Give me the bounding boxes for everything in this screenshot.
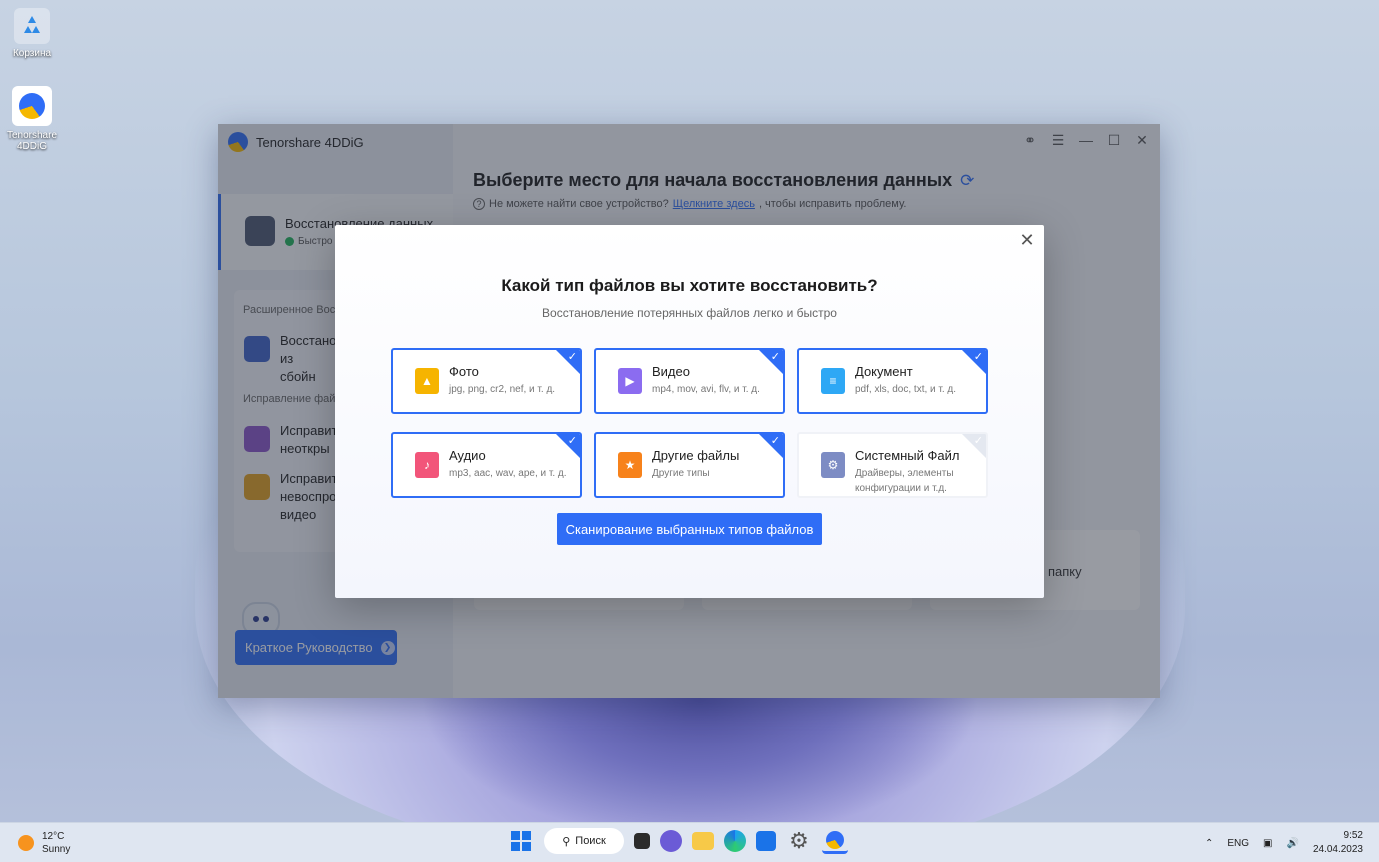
- file-type-name: Документ: [855, 364, 913, 379]
- file-type-desc: mp3, aac, wav, ape, и т. д.: [449, 468, 567, 479]
- file-type-card[interactable]: ✓ ♪ Аудио mp3, aac, wav, ape, и т. д.: [391, 432, 582, 498]
- edge-browser-icon[interactable]: [724, 830, 746, 852]
- file-type-desc: jpg, png, cr2, nef, и т. д.: [449, 384, 556, 395]
- checkmark-icon: ✓: [567, 435, 577, 447]
- file-type-name: Системный Файл: [855, 448, 960, 463]
- file-type-card[interactable]: ✓ ≡ Документ pdf, xls, doc, txt, и т. д.: [797, 348, 988, 414]
- tenorshare-app-icon: [12, 86, 52, 126]
- file-type-card[interactable]: ✓ ▶ Видео mp4, mov, avi, flv, и т. д.: [594, 348, 785, 414]
- file-type-desc: pdf, xls, doc, txt, и т. д.: [855, 384, 957, 395]
- taskbar-search[interactable]: ⚲ Поиск: [544, 828, 624, 854]
- checkmark-icon: ✓: [567, 351, 577, 363]
- recycle-bin-icon: [14, 8, 50, 44]
- clock-date: 24.04.2023: [1312, 844, 1363, 855]
- audio-icon: ♪: [415, 452, 439, 478]
- teams-chat-icon[interactable]: [660, 830, 682, 852]
- file-type-card[interactable]: ✓ ★ Другие файлы Другие типы: [594, 432, 785, 498]
- scan-selected-button[interactable]: Сканирование выбранных типов файлов: [557, 513, 822, 545]
- store-icon[interactable]: [756, 831, 776, 851]
- dialog-title: Какой тип файлов вы хотите восстановить?: [501, 276, 878, 295]
- chevron-up-icon[interactable]: ⌃: [1205, 838, 1213, 849]
- checkmark-icon: ✓: [973, 351, 983, 363]
- desktop-icon-label: Корзина: [12, 48, 52, 59]
- tenorshare-taskbar-icon[interactable]: [822, 828, 848, 854]
- dialog-subtitle: Восстановление потерянных файлов легко и…: [542, 306, 837, 320]
- clock-time: 9:52: [1343, 830, 1363, 841]
- file-type-card[interactable]: ✓ ⚙ Системный Файл Драйверы, элементы конфи…: [797, 432, 988, 498]
- checkmark-icon: ✓: [770, 351, 780, 363]
- file-type-desc: Другие типы: [652, 468, 710, 479]
- volume-icon[interactable]: 🔊: [1286, 838, 1298, 849]
- star-file-icon: ★: [618, 452, 642, 478]
- clock[interactable]: 9:52 24.04.2023: [1313, 829, 1363, 857]
- desktop-icon-label: Tenorshare 4DDiG: [6, 130, 58, 152]
- network-icon[interactable]: ▣: [1263, 838, 1272, 849]
- file-type-desc: Драйверы, элементы конфигурации и т.д.: [855, 468, 954, 494]
- file-explorer-icon[interactable]: [692, 832, 714, 850]
- desktop-icon-recycle-bin[interactable]: Корзина: [2, 8, 62, 59]
- taskbar-apps: ⚲ Поиск ⚙: [508, 828, 848, 854]
- file-type-name: Видео: [652, 364, 690, 379]
- settings-gear-icon[interactable]: ⚙: [786, 828, 812, 854]
- desktop-icon-tenorshare[interactable]: Tenorshare 4DDiG: [2, 86, 62, 152]
- search-icon: ⚲: [562, 835, 571, 848]
- weather-desc: Sunny: [42, 844, 71, 855]
- photo-icon: ▲: [415, 368, 439, 394]
- file-type-name: Другие файлы: [652, 448, 740, 463]
- checkmark-icon: ✓: [770, 435, 780, 447]
- file-type-dialog: ✕ Какой тип файлов вы хотите восстановит…: [335, 225, 1044, 598]
- file-type-name: Аудио: [449, 448, 486, 463]
- file-type-name: Фото: [449, 364, 479, 379]
- video-icon: ▶: [618, 368, 642, 394]
- windows-start-icon[interactable]: [508, 828, 534, 854]
- weather-temp: 12°C: [42, 831, 65, 842]
- system-tray: ⌃ ENG ▣ 🔊 9:52 24.04.2023: [1205, 829, 1363, 857]
- checkmark-icon: ✓: [973, 435, 983, 447]
- sun-icon: [18, 835, 34, 851]
- close-icon[interactable]: ✕: [1018, 231, 1036, 249]
- gear-file-icon: ⚙: [821, 452, 845, 478]
- search-label: Поиск: [575, 835, 606, 847]
- taskbar: 12°C Sunny ⚲ Поиск ⚙ ⌃ ENG ▣ 🔊 9:52 24.0…: [0, 822, 1379, 862]
- file-type-card[interactable]: ✓ ▲ Фото jpg, png, cr2, nef, и т. д.: [391, 348, 582, 414]
- document-icon: ≡: [821, 368, 845, 394]
- weather-widget[interactable]: 12°C Sunny: [18, 830, 70, 856]
- language-indicator[interactable]: ENG: [1227, 838, 1249, 849]
- file-type-desc: mp4, mov, avi, flv, и т. д.: [652, 384, 760, 395]
- task-view-icon[interactable]: [634, 833, 650, 849]
